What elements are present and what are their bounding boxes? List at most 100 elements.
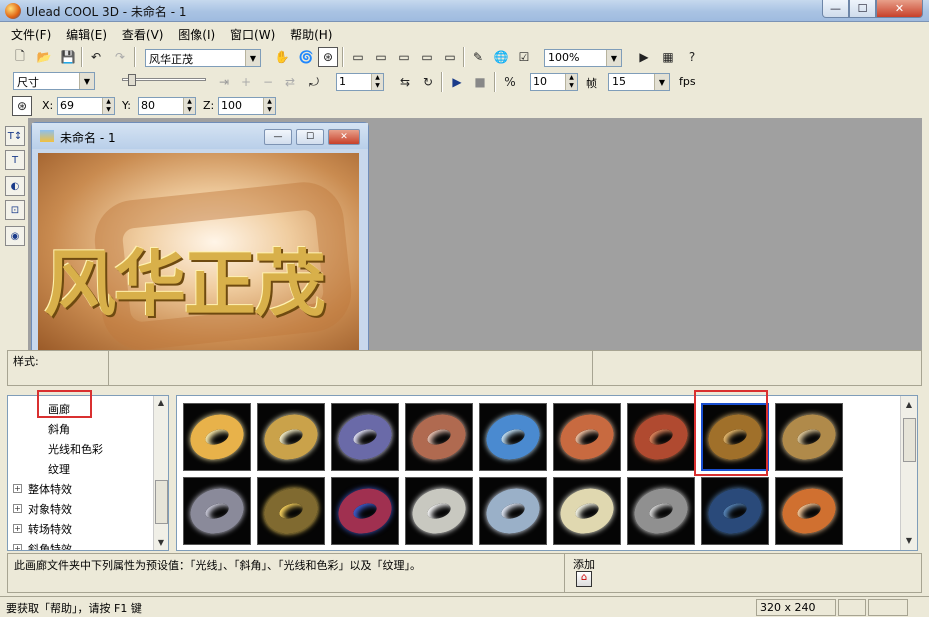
menu-window[interactable]: 窗口(W) [230,24,275,43]
render-canvas[interactable]: 风华正茂 [38,153,359,351]
preview-icon[interactable]: ▶ [634,47,654,67]
add-keyframe-icon[interactable]: + [236,72,256,92]
scroll-down-icon[interactable]: ▼ [902,536,916,545]
expand-icon[interactable]: + [13,504,22,513]
gallery-thumb[interactable] [405,403,473,471]
redo-icon[interactable]: ↷ [110,47,130,67]
select-region-icon[interactable]: ⊡ [5,200,25,220]
menu-file[interactable]: 文件(F) [11,24,51,43]
gallery-thumb[interactable] [553,403,621,471]
chevron-down-icon[interactable]: ▼ [654,74,669,90]
gallery-thumb[interactable] [701,477,769,545]
chevron-down-icon[interactable]: ▼ [606,50,621,66]
menu-image[interactable]: 图像(I) [178,24,215,43]
new-file-icon[interactable]: 🗋 [10,47,30,67]
move-object-icon[interactable]: ⊛ [12,96,32,116]
minimize-button[interactable]: — [822,0,849,18]
y-input[interactable]: 80 ▲ ▼ [138,97,196,115]
tree-item-global-fx[interactable]: 整体特效 [28,481,72,497]
spinner-arrows-icon[interactable]: ▲ ▼ [565,74,577,90]
tree-item-bevel[interactable]: 斜角 [48,421,70,437]
undo-icon[interactable]: ↶ [86,47,106,67]
remove-keyframe-icon[interactable]: − [258,72,278,92]
expand-icon[interactable]: + [13,544,22,550]
gallery-thumb[interactable] [553,477,621,545]
loop-icon[interactable]: ⤾ [304,72,324,92]
open-folder-icon[interactable]: 📂 [34,47,54,67]
reverse-keyframe-icon[interactable]: ⇄ [280,72,300,92]
scroll-thumb[interactable] [903,418,916,462]
z-input[interactable]: 100 ▲ ▼ [218,97,276,115]
gallery-thumb[interactable] [775,477,843,545]
stop-icon[interactable]: ■ [470,72,490,92]
scroll-thumb[interactable] [155,480,168,524]
chevron-down-icon[interactable]: ▼ [245,50,260,66]
slider-thumb[interactable] [128,74,136,86]
spinner-arrows-icon[interactable]: ▲ ▼ [183,98,195,114]
gallery-thumb[interactable] [775,403,843,471]
shape-tool-icon[interactable]: ◐ [5,176,25,196]
fps-combo[interactable]: 15 ▼ [608,73,670,91]
zoom-combo[interactable]: 100% ▼ [544,49,622,67]
scroll-up-icon[interactable]: ▲ [154,398,168,407]
tree-item-light-color[interactable]: 光线和色彩 [48,441,103,457]
gallery-thumb[interactable] [257,477,325,545]
layer-backward-icon[interactable]: ▭ [394,47,414,67]
frame-input[interactable]: 1 ▲ ▼ [336,73,384,91]
doc-close-button[interactable]: ✕ [328,129,360,145]
gallery-thumb[interactable] [627,403,695,471]
scroll-up-icon[interactable]: ▲ [902,400,916,409]
spinner-arrows-icon[interactable]: ▲ ▼ [102,98,114,114]
layer-front-icon[interactable]: ▭ [348,47,368,67]
help-pointer-icon[interactable]: ? [682,47,702,67]
edit-text-icon[interactable]: T [5,150,25,170]
gallery-thumb[interactable] [331,477,399,545]
select-object-icon[interactable]: ⊛ [318,47,338,67]
lathe-tool-icon[interactable]: ◉ [5,226,25,246]
x-input[interactable]: 69 ▲ ▼ [57,97,115,115]
chevron-down-icon[interactable]: ▼ [79,73,94,89]
hand-pan-icon[interactable]: ✋ [272,47,292,67]
add-house-icon[interactable]: ⌂ [576,571,592,587]
menu-view[interactable]: 查看(V) [122,24,164,43]
gallery-thumb[interactable] [183,403,251,471]
save-icon[interactable]: 💾 [58,47,78,67]
layer-group-icon[interactable]: ▭ [440,47,460,67]
layer-forward-icon[interactable]: ▭ [371,47,391,67]
tree-scrollbar[interactable]: ▲ ▼ [153,396,168,550]
gallery-thumb[interactable] [405,477,473,545]
doc-minimize-button[interactable]: — [264,129,292,145]
doc-maximize-button[interactable]: ☐ [296,129,324,145]
attribute-combo[interactable]: 尺寸 ▼ [13,72,95,90]
maximize-button[interactable]: ☐ [849,0,876,18]
gallery-thumb[interactable] [479,477,547,545]
globe-icon[interactable]: 🌐 [491,47,511,67]
tree-item-object-fx[interactable]: 对象特效 [28,501,72,517]
gallery-thumb[interactable] [257,403,325,471]
menu-help[interactable]: 帮助(H) [290,24,332,43]
play-icon[interactable]: ▶ [447,72,467,92]
rotate-object-icon[interactable]: 🌀 [296,47,316,67]
swap-icon[interactable]: ⇆ [395,72,415,92]
gallery-scrollbar[interactable]: ▲ ▼ [900,396,917,550]
spinner-arrows-icon[interactable]: ▲ ▼ [371,74,383,90]
gallery-thumb[interactable] [479,403,547,471]
tree-item-texture[interactable]: 纹理 [48,461,70,477]
tree-item-transition-fx[interactable]: 转场特效 [28,521,72,537]
percent-icon[interactable]: % [500,72,520,92]
brush-icon[interactable]: ✎ [468,47,488,67]
timeline-slider[interactable] [108,74,208,90]
keyframe-next-icon[interactable]: ⇥ [214,72,234,92]
chart-edit-icon[interactable]: ☑ [514,47,534,67]
tree-item-bevel-fx[interactable]: 斜角特效 [28,541,72,550]
text-combo[interactable]: 风华正茂 ▼ [145,49,261,67]
menu-edit[interactable]: 编辑(E) [66,24,107,43]
export-icon[interactable]: ▦ [658,47,678,67]
layer-back-icon[interactable]: ▭ [417,47,437,67]
gallery-thumb[interactable] [331,403,399,471]
spinner-arrows-icon[interactable]: ▲ ▼ [263,98,275,114]
text-tool-icon[interactable]: T↕ [5,126,25,146]
gallery-thumb[interactable] [627,477,695,545]
close-button[interactable]: ✕ [876,0,923,18]
scroll-down-icon[interactable]: ▼ [154,538,168,547]
